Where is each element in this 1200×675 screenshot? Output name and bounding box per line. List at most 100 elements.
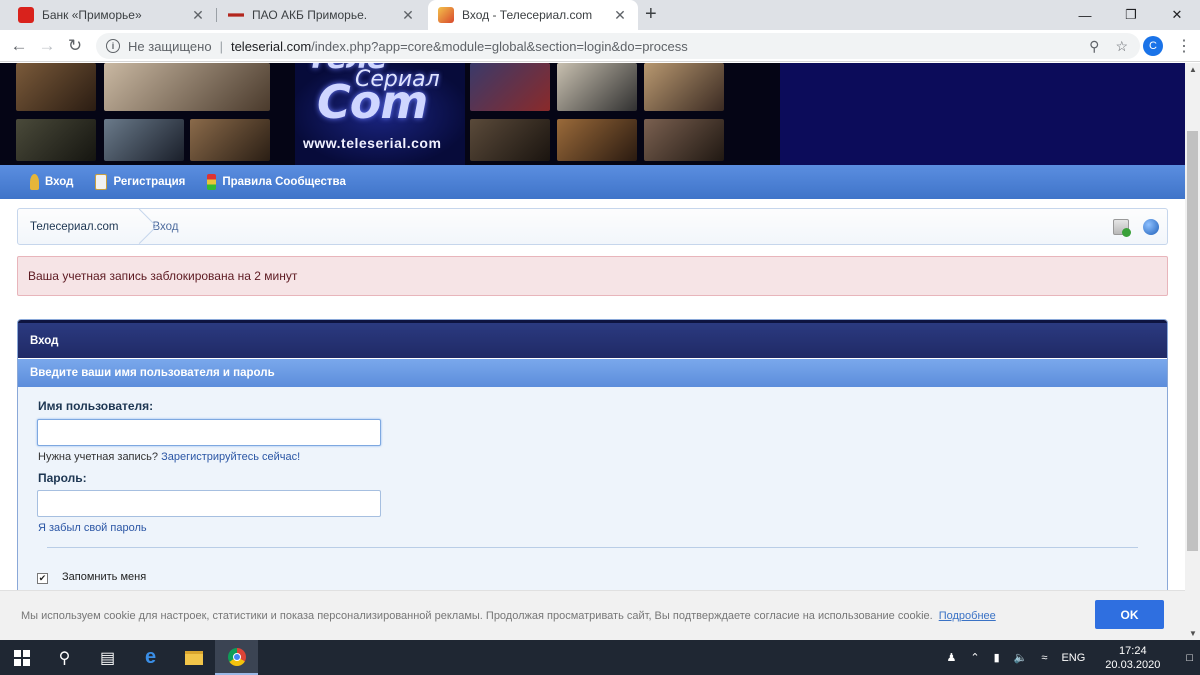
form-divider xyxy=(47,547,1138,548)
akb-favicon-icon xyxy=(228,13,244,17)
nav-rules-link[interactable]: Правила Сообщества xyxy=(207,174,346,190)
banner-photo xyxy=(644,119,724,161)
traffic-light-icon xyxy=(207,174,217,190)
info-icon[interactable]: i xyxy=(106,39,120,53)
page-viewport: Теле Сериал Com www.teleserial.com Вход … xyxy=(0,63,1185,640)
zoom-icon[interactable]: ⚲ xyxy=(1089,38,1099,55)
minimize-button[interactable]: — xyxy=(1062,0,1108,30)
banner-photo xyxy=(470,63,550,111)
people-icon[interactable]: ♟ xyxy=(947,651,957,664)
logo-url: www.teleserial.com xyxy=(303,135,442,151)
profile-avatar[interactable]: C xyxy=(1143,36,1163,56)
banner-photo xyxy=(644,63,724,111)
chrome-browser-icon[interactable] xyxy=(215,640,258,675)
remember-me-label: Запомнить меня xyxy=(62,571,147,583)
address-bar[interactable]: i Не защищено | teleserial.com /index.ph… xyxy=(96,33,1140,59)
new-tab-button[interactable]: + xyxy=(645,4,657,24)
volume-icon[interactable]: 🔈 xyxy=(1014,651,1028,664)
banner-photo xyxy=(16,119,96,161)
logo-text-com: Com xyxy=(317,75,428,129)
banner-photo xyxy=(16,63,96,111)
tab-title: Вход - Телесериал.com xyxy=(462,8,593,22)
nav-label: Вход xyxy=(45,176,74,188)
clock[interactable]: 17:24 20.03.2020 xyxy=(1098,644,1167,672)
bookmark-star-icon[interactable]: ☆ xyxy=(1115,38,1128,55)
language-indicator[interactable]: ENG xyxy=(1061,652,1085,664)
banner-photo xyxy=(557,119,637,161)
windows-taskbar: ⚲ ▤ e ♟ ⌃ ▮ 🔈 ≈ ENG 17:24 20.03.2020 □ xyxy=(0,640,1200,675)
close-tab-icon[interactable]: ✕ xyxy=(612,7,628,24)
password-label: Пароль: xyxy=(38,471,87,485)
file-explorer-icon[interactable] xyxy=(172,640,215,675)
url-host: teleserial.com xyxy=(230,38,312,54)
back-arrow-icon[interactable]: ← xyxy=(8,35,30,57)
site-nav: Вход Регистрация Правила Сообщества xyxy=(0,165,1185,199)
register-now-link[interactable]: Зарегистрируйтесь сейчас! xyxy=(161,451,300,463)
task-view-icon[interactable]: ▤ xyxy=(86,640,129,675)
network-icon[interactable]: ≈ xyxy=(1041,652,1047,664)
browser-toolbar: ← → ↻ i Не защищено | teleserial.com /in… xyxy=(0,30,1200,62)
banner-photo xyxy=(557,63,637,111)
battery-icon[interactable]: ▮ xyxy=(994,651,1000,664)
remember-me-checkbox[interactable]: ✔ xyxy=(37,573,48,584)
login-panel-subtitle: Введите ваши имя пользователя и пароль xyxy=(18,358,1167,387)
system-tray: ♟ ⌃ ▮ 🔈 ≈ ENG 17:24 20.03.2020 □ xyxy=(940,640,1200,675)
security-label: Не защищено xyxy=(128,38,212,54)
need-account-hint: Нужна учетная запись? Зарегистрируйтесь … xyxy=(38,451,300,463)
nav-label: Регистрация xyxy=(113,176,186,188)
close-tab-icon[interactable]: ✕ xyxy=(190,7,206,24)
tab-title: ПАО АКБ Приморье. xyxy=(252,8,368,22)
clipboard-icon xyxy=(95,174,108,190)
scroll-up-icon[interactable]: ▲ xyxy=(1189,65,1197,74)
search-icon[interactable]: ⚲ xyxy=(43,640,86,675)
breadcrumb-chevron-icon xyxy=(131,208,141,245)
login-panel-title: Вход xyxy=(18,320,1167,358)
address-separator: | xyxy=(219,38,223,54)
banner-photo xyxy=(190,119,270,161)
nav-label: Правила Сообщества xyxy=(222,176,346,188)
browser-tab-teleserial-login[interactable]: Вход - Телесериал.com ✕ xyxy=(428,0,638,30)
key-icon xyxy=(30,174,39,190)
need-account-text: Нужна учетная запись? xyxy=(38,451,159,463)
scrollbar-thumb[interactable] xyxy=(1187,131,1198,551)
clock-time: 17:24 xyxy=(1119,644,1147,657)
cookie-banner: Мы используем cookie для настроек, стати… xyxy=(0,590,1185,640)
clock-date: 20.03.2020 xyxy=(1105,658,1161,671)
cookie-text: Мы используем cookie для настроек, стати… xyxy=(21,609,933,622)
start-button[interactable] xyxy=(0,640,43,675)
url-path: /index.php?app=core&module=global&sectio… xyxy=(311,38,688,54)
notifications-icon[interactable]: □ xyxy=(1186,652,1193,664)
browser-tab-strip: Банк «Приморье» ✕ ПАО АКБ Приморье. ✕ Вх… xyxy=(0,0,1200,30)
tab-title: Банк «Приморье» xyxy=(42,8,142,22)
username-input[interactable] xyxy=(37,419,381,446)
maximize-button[interactable]: ❐ xyxy=(1108,0,1154,30)
windows-logo-icon xyxy=(13,649,30,666)
error-message: Ваша учетная запись заблокирована на 2 м… xyxy=(17,256,1168,296)
forgot-password-link[interactable]: Я забыл свой пароль xyxy=(38,522,147,534)
globe-icon[interactable] xyxy=(1143,218,1159,235)
breadcrumb-home-link[interactable]: Телесериал.com xyxy=(18,209,131,244)
add-feed-icon[interactable] xyxy=(1113,218,1131,237)
browser-menu-icon[interactable]: ⋮ xyxy=(1176,36,1192,56)
forward-arrow-icon[interactable]: → xyxy=(36,35,58,57)
banner-photo xyxy=(104,119,184,161)
nav-login-link[interactable]: Вход xyxy=(30,174,73,190)
bank-favicon-icon xyxy=(18,7,34,23)
reload-icon[interactable]: ↻ xyxy=(64,35,86,57)
password-input[interactable] xyxy=(37,490,381,517)
site-logo[interactable]: Теле Сериал Com www.teleserial.com xyxy=(295,63,465,165)
cookie-ok-button[interactable]: OK xyxy=(1095,600,1164,629)
nav-register-link[interactable]: Регистрация xyxy=(95,174,185,190)
site-banner: Теле Сериал Com www.teleserial.com xyxy=(0,63,1185,165)
close-tab-icon[interactable]: ✕ xyxy=(400,7,416,24)
page-scrollbar[interactable]: ▲ ▼ xyxy=(1185,63,1200,640)
chevron-up-icon[interactable]: ⌃ xyxy=(970,651,979,664)
breadcrumb: Телесериал.com Вход xyxy=(17,208,1168,245)
edge-browser-icon[interactable]: e xyxy=(129,640,172,675)
browser-tab-akb-primorye[interactable]: ПАО АКБ Приморье. ✕ xyxy=(218,0,426,30)
browser-tab-bank-primorye[interactable]: Банк «Приморье» ✕ xyxy=(8,0,217,30)
cookie-more-link[interactable]: Подробнее xyxy=(939,610,996,622)
scroll-down-icon[interactable]: ▼ xyxy=(1189,629,1197,638)
close-window-button[interactable]: ✕ xyxy=(1154,0,1200,30)
username-label: Имя пользователя: xyxy=(38,399,154,413)
